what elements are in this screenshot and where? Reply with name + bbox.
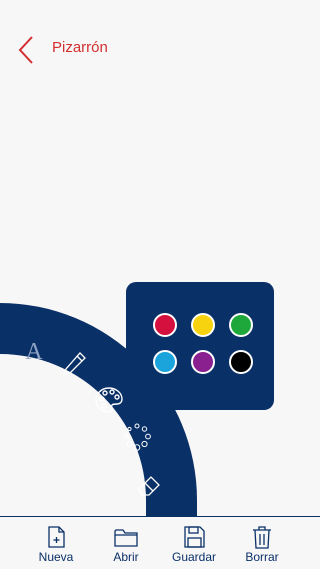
- color-swatch-red[interactable]: [153, 313, 177, 337]
- palette-icon: [95, 387, 123, 413]
- brush-size-icon: [123, 423, 151, 451]
- chevron-left-icon: [18, 36, 33, 64]
- pencil-tool[interactable]: [58, 348, 90, 380]
- color-swatch-green[interactable]: [229, 313, 253, 337]
- header: Pizarrón: [0, 0, 320, 96]
- delete-button[interactable]: Borrar: [222, 517, 302, 569]
- text-tool[interactable]: A: [18, 334, 50, 366]
- bottom-toolbar: Nueva Abrir Guardar Borrar: [0, 516, 320, 569]
- new-file-icon: [48, 526, 65, 548]
- text-icon: A: [25, 339, 43, 365]
- brush-size-tool[interactable]: [121, 421, 153, 453]
- page-title: Pizarrón: [52, 39, 108, 56]
- eraser-icon: [138, 476, 160, 496]
- delete-button-label: Borrar: [245, 550, 279, 564]
- back-button[interactable]: [14, 34, 40, 66]
- text-tool-glyph: A: [25, 339, 43, 365]
- color-swatch-purple[interactable]: [191, 350, 215, 374]
- color-swatch-yellow[interactable]: [191, 313, 215, 337]
- new-button[interactable]: Nueva: [16, 517, 96, 569]
- palette-tool[interactable]: [93, 384, 125, 416]
- color-palette-panel: [126, 282, 274, 410]
- color-swatch-black[interactable]: [229, 350, 253, 374]
- save-icon: [184, 526, 205, 548]
- pencil-icon: [62, 352, 86, 377]
- color-swatch-blue[interactable]: [153, 350, 177, 374]
- folder-icon: [114, 529, 138, 547]
- eraser-tool[interactable]: [133, 468, 165, 500]
- new-button-label: Nueva: [38, 550, 74, 564]
- trash-icon: [253, 526, 271, 549]
